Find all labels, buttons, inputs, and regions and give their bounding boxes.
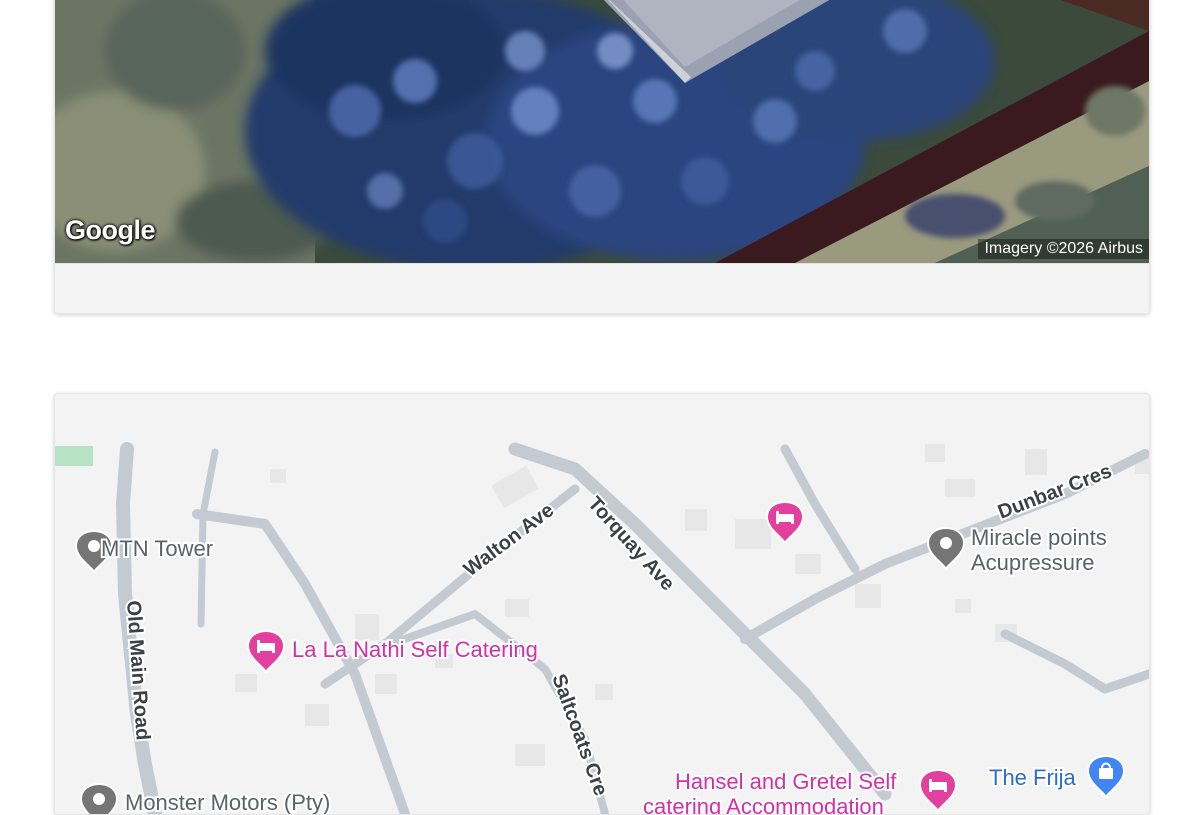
- place-label: La La Nathi Self Catering: [292, 637, 538, 662]
- park-area: [55, 446, 93, 466]
- place-label-line1: Hansel and Gretel Self: [675, 769, 897, 794]
- place-label: MTN Tower: [101, 536, 213, 561]
- place-label-line2: Acupressure: [971, 550, 1095, 575]
- satellite-card-footer: [55, 263, 1149, 313]
- road-map-view[interactable]: Walton Ave Torquay Ave Dunbar Cres Old M…: [55, 394, 1149, 814]
- place-label: Monster Motors (Pty): [125, 790, 330, 814]
- imagery-attribution[interactable]: Imagery ©2026 Airbus: [978, 239, 1149, 259]
- road-map-card: Walton Ave Torquay Ave Dunbar Cres Old M…: [54, 393, 1150, 815]
- place-label-line2: catering Accommodation: [643, 794, 884, 814]
- satellite-map-view[interactable]: Google Imagery ©2026 Airbus: [55, 0, 1149, 271]
- satellite-imagery: [55, 0, 1149, 271]
- place-label: The Frija: [989, 765, 1077, 790]
- location-pin-icon: [79, 783, 119, 814]
- google-logo: Google: [65, 215, 156, 245]
- place-label-line1: Miracle points: [971, 525, 1107, 550]
- road-map-canvas: Walton Ave Torquay Ave Dunbar Cres Old M…: [55, 394, 1149, 814]
- satellite-map-card: Google Imagery ©2026 Airbus: [54, 0, 1150, 314]
